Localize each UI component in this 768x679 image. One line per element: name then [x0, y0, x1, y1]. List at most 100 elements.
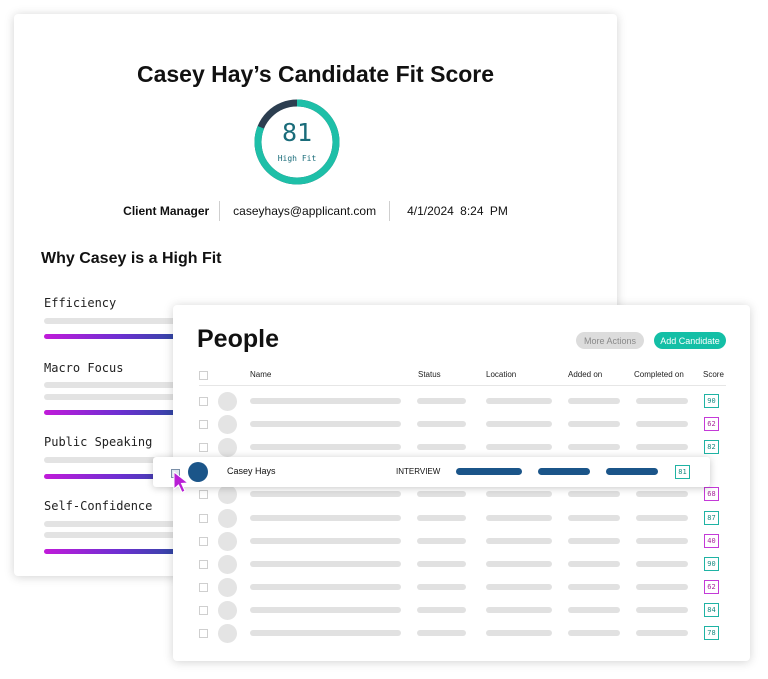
candidate-email: caseyhays@applicant.com	[233, 204, 377, 218]
trait-placeholder-bar	[44, 532, 194, 538]
avatar	[218, 392, 237, 411]
row-checkbox[interactable]	[199, 583, 208, 592]
avatar	[218, 415, 237, 434]
column-header-score[interactable]: Score	[703, 370, 724, 379]
added-on-placeholder	[568, 561, 620, 567]
trait-self-confidence-bar	[44, 549, 194, 554]
trait-placeholder-bar	[44, 394, 194, 400]
location-placeholder	[486, 515, 552, 521]
fit-score-value: 81	[281, 118, 313, 147]
fit-card-title: Casey Hay’s Candidate Fit Score	[136, 61, 495, 87]
column-header-status[interactable]: Status	[418, 370, 441, 379]
candidate-role: Client Manager	[123, 204, 210, 218]
fit-score-label: High Fit	[277, 154, 317, 163]
avatar	[188, 462, 208, 482]
completed-on-placeholder	[636, 630, 688, 636]
completed-on-placeholder	[636, 515, 688, 521]
score-badge: 78	[704, 626, 719, 640]
header-divider	[199, 385, 726, 386]
column-header-added-on[interactable]: Added on	[568, 370, 602, 379]
avatar	[218, 438, 237, 457]
completed-on-placeholder	[636, 491, 688, 497]
name-placeholder	[250, 607, 401, 613]
name-placeholder	[250, 561, 401, 567]
completed-on-placeholder	[636, 584, 688, 590]
trait-efficiency-bar	[44, 334, 194, 339]
added-on-placeholder	[568, 398, 620, 404]
score-badge: 68	[704, 487, 719, 501]
added-on-placeholder	[568, 515, 620, 521]
row-checkbox[interactable]	[199, 606, 208, 615]
location-placeholder	[486, 630, 552, 636]
avatar	[218, 509, 237, 528]
candidate-meta-row: Client Manager caseyhays@applicant.com 4…	[14, 201, 617, 221]
row-checkbox[interactable]	[199, 443, 208, 452]
location-placeholder	[486, 561, 552, 567]
row-checkbox[interactable]	[199, 490, 208, 499]
trait-public-speaking-label: Public Speaking	[44, 435, 153, 449]
status-placeholder	[417, 398, 466, 404]
score-badge: 62	[704, 417, 719, 431]
status-placeholder	[417, 561, 466, 567]
completed-on-placeholder	[636, 607, 688, 613]
location-placeholder	[486, 538, 552, 544]
score-badge: 84	[704, 603, 719, 617]
row-checkbox[interactable]	[199, 537, 208, 546]
avatar	[218, 485, 237, 504]
highlighted-table-row[interactable]: Casey Hays INTERVIEW 81	[153, 457, 710, 487]
name-placeholder	[250, 421, 401, 427]
added-on-placeholder	[568, 444, 620, 450]
trait-placeholder-bar	[44, 521, 194, 527]
completed-on-placeholder	[636, 561, 688, 567]
candidate-date: 4/1/2024 8:24 PM	[407, 204, 508, 218]
completed-on-placeholder	[636, 538, 688, 544]
row-checkbox[interactable]	[199, 514, 208, 523]
name-placeholder	[250, 584, 401, 590]
added-on-placeholder	[568, 630, 620, 636]
added-on-placeholder	[568, 607, 620, 613]
status-placeholder	[417, 444, 466, 450]
select-all-checkbox[interactable]	[199, 371, 208, 380]
name-placeholder	[250, 515, 401, 521]
more-actions-button[interactable]: More Actions	[576, 332, 644, 349]
avatar	[218, 578, 237, 597]
row-checkbox[interactable]	[199, 629, 208, 638]
status-placeholder	[417, 491, 466, 497]
completed-on-placeholder	[636, 421, 688, 427]
candidate-name[interactable]: Casey Hays	[227, 466, 276, 476]
people-title: People	[197, 325, 279, 353]
completed-on-placeholder	[636, 398, 688, 404]
status-placeholder	[417, 607, 466, 613]
added-on-placeholder	[568, 491, 620, 497]
row-checkbox[interactable]	[199, 560, 208, 569]
score-badge: 81	[675, 465, 690, 479]
trait-self-confidence-label: Self-Confidence	[44, 499, 153, 513]
column-header-name[interactable]: Name	[250, 370, 271, 379]
name-placeholder	[250, 538, 401, 544]
column-header-completed-on[interactable]: Completed on	[634, 370, 684, 379]
added-on-placeholder	[568, 584, 620, 590]
location-placeholder	[486, 444, 552, 450]
trait-placeholder-bar	[44, 318, 194, 324]
candidate-status: INTERVIEW	[396, 467, 441, 476]
location-placeholder	[486, 607, 552, 613]
add-candidate-button[interactable]: Add Candidate	[654, 332, 726, 349]
trait-placeholder-bar	[44, 382, 194, 388]
row-checkbox[interactable]	[199, 420, 208, 429]
avatar	[218, 555, 237, 574]
score-badge: 82	[704, 440, 719, 454]
pointer-cursor-icon	[173, 471, 190, 493]
name-placeholder	[250, 491, 401, 497]
row-checkbox[interactable]	[199, 397, 208, 406]
column-header-location[interactable]: Location	[486, 370, 516, 379]
added-on-placeholder	[568, 421, 620, 427]
completed-on-placeholder	[636, 444, 688, 450]
status-placeholder	[417, 421, 466, 427]
status-placeholder	[417, 584, 466, 590]
added-on-placeholder	[568, 538, 620, 544]
location-placeholder	[486, 421, 552, 427]
score-badge: 87	[704, 511, 719, 525]
score-badge: 62	[704, 580, 719, 594]
avatar	[218, 624, 237, 643]
status-placeholder	[417, 538, 466, 544]
